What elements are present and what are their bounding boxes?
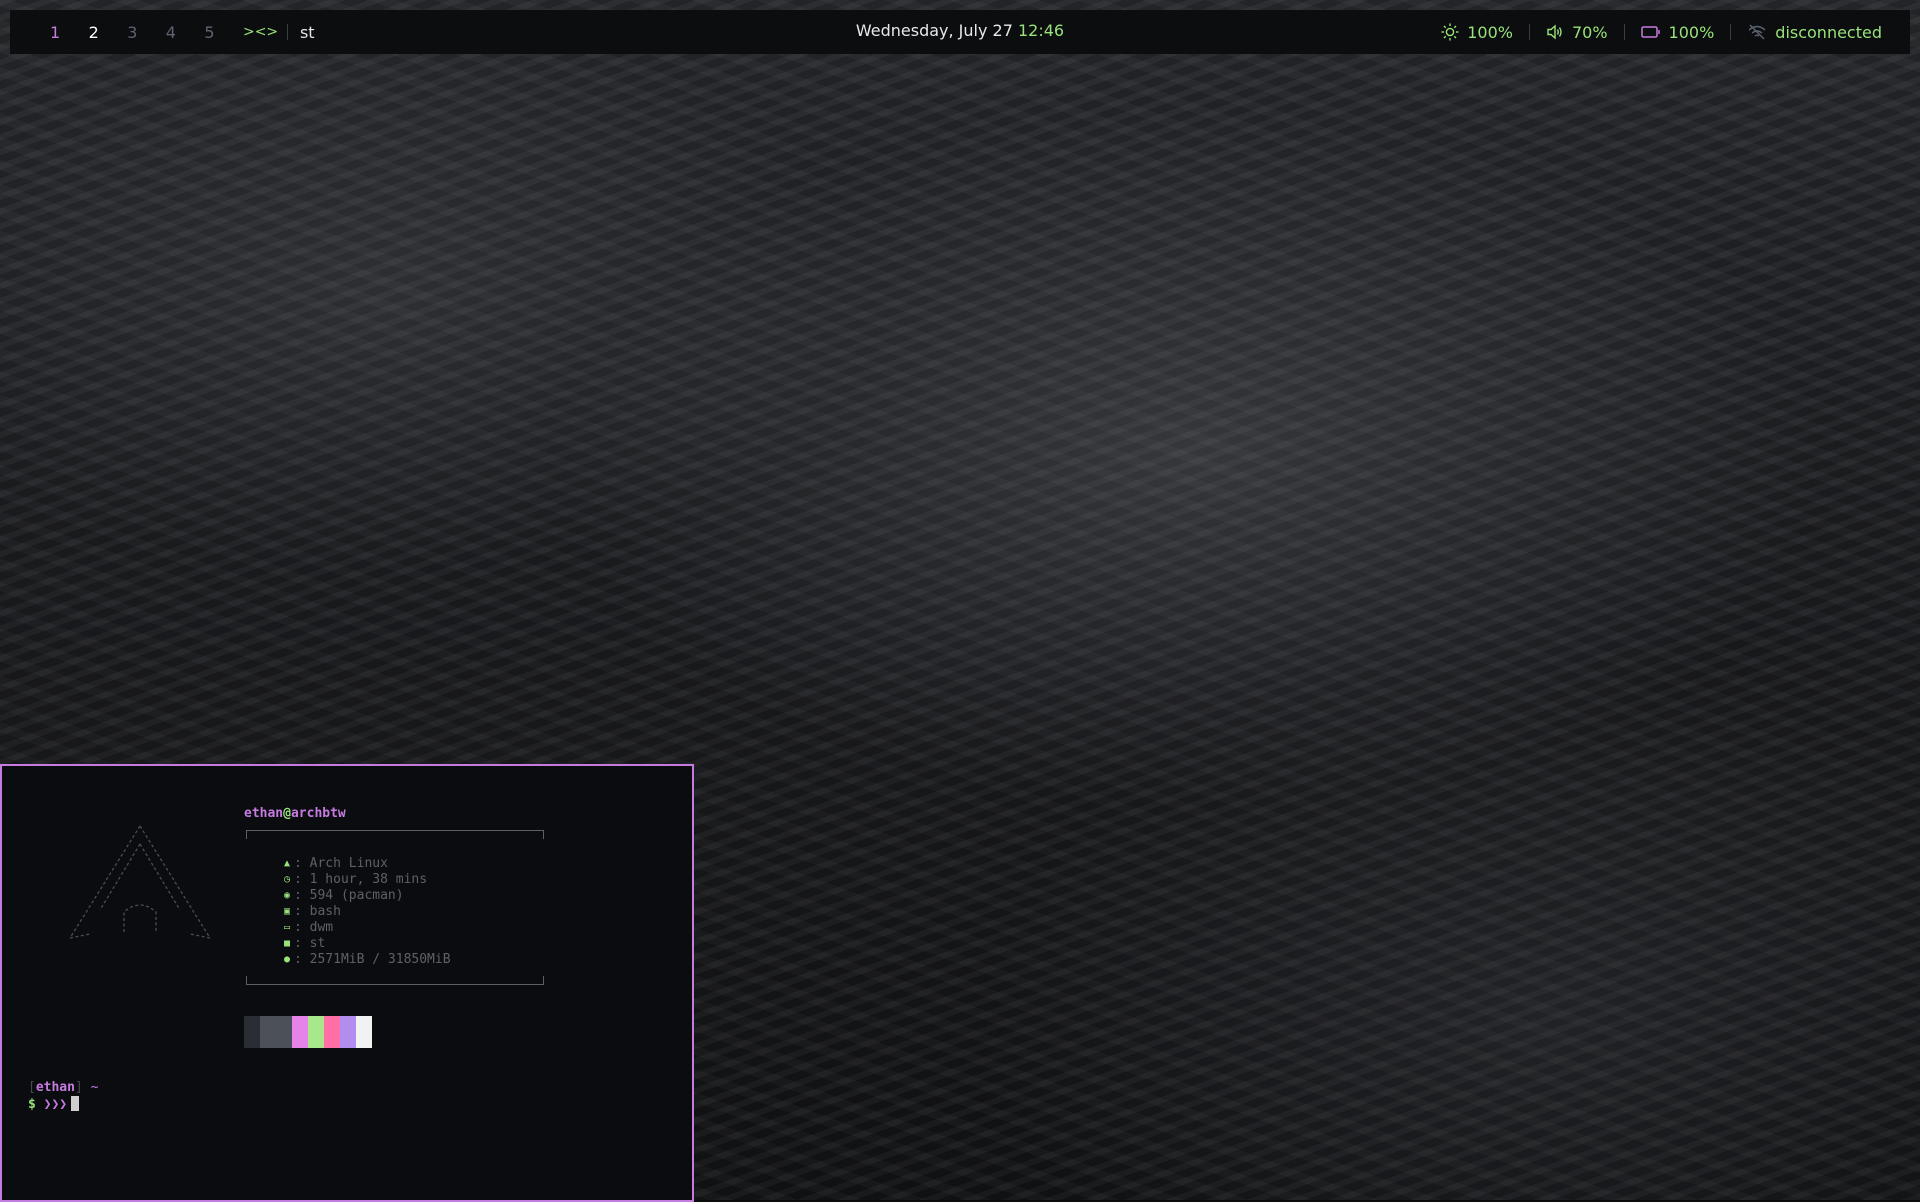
- palette-swatch-2: [276, 1016, 292, 1048]
- wifi-off-icon: [1748, 24, 1766, 40]
- palette-swatch-6: [340, 1016, 356, 1048]
- info-row-wm: ▭: dwm: [282, 920, 451, 936]
- fetch-user: ethan: [244, 806, 284, 821]
- fetch-header: ethan@archbtw: [244, 806, 346, 821]
- info-row-memory: ●: 2571MiB / 31850MiB: [282, 952, 451, 968]
- battery-module[interactable]: 100%: [1640, 22, 1715, 42]
- info-row-os: ▲: Arch Linux: [282, 856, 451, 872]
- battery-icon: [1640, 26, 1660, 38]
- divider: [286, 24, 288, 40]
- divider: [1528, 24, 1530, 40]
- workspace-tag-2[interactable]: 2: [89, 23, 128, 42]
- volume-module[interactable]: 70%: [1546, 23, 1608, 42]
- prompt-bracket-open: [: [28, 1080, 36, 1095]
- divider: [1730, 24, 1732, 40]
- brightness-icon: [1441, 23, 1459, 41]
- fetch-host: archbtw: [290, 806, 346, 821]
- prompt-line-2: $ ❯❯❯: [28, 1096, 98, 1113]
- time-label: 12:46: [1018, 21, 1065, 40]
- info-row-terminal: ■: st: [282, 936, 451, 952]
- uptime-value: : 1 hour, 38 mins: [294, 872, 428, 887]
- info-row-shell: ▣: bash: [282, 904, 451, 920]
- workspace-tag-4[interactable]: 4: [166, 23, 205, 42]
- volume-icon: [1547, 24, 1562, 40]
- brightness-value: 100%: [1467, 22, 1513, 42]
- memory-icon: ●: [283, 954, 291, 965]
- workspace-tag-5[interactable]: 5: [204, 23, 243, 42]
- terminal-value: : st: [294, 936, 326, 951]
- workspace-tag-1[interactable]: 1: [50, 23, 89, 42]
- status-bar: 1 2 3 4 5 ><> st Wednesday, July 27 12:4…: [10, 10, 1910, 54]
- palette-swatch-3: [292, 1016, 308, 1048]
- system-info: ▲: Arch Linux ◷: 1 hour, 38 mins ◉: 594 …: [282, 856, 451, 968]
- prompt-bracket-close: ]: [74, 1080, 83, 1095]
- shell-icon: ▣: [283, 906, 291, 917]
- fetch-at: @: [283, 806, 291, 821]
- wm-value: : dwm: [294, 920, 334, 935]
- color-palette: [244, 1016, 372, 1048]
- memory-value: : 2571MiB / 31850MiB: [294, 952, 451, 967]
- palette-swatch-7: [356, 1016, 372, 1048]
- palette-swatch-5: [324, 1016, 340, 1048]
- network-status: disconnected: [1775, 22, 1882, 42]
- info-box-top: [246, 830, 544, 839]
- battery-value: 100%: [1668, 22, 1715, 42]
- prompt-user: ethan: [35, 1080, 75, 1095]
- info-row-uptime: ◷: 1 hour, 38 mins: [282, 872, 451, 888]
- network-module[interactable]: disconnected: [1747, 23, 1882, 42]
- volume-value: 70%: [1571, 22, 1608, 42]
- terminal-icon: ■: [283, 938, 291, 949]
- info-box-bottom: [246, 976, 544, 985]
- divider: [1623, 24, 1625, 40]
- arch-logo-ascii: [69, 825, 211, 939]
- prompt-dir: ~: [90, 1080, 99, 1095]
- brightness-module[interactable]: 100%: [1441, 23, 1513, 42]
- prompt-line-1: [ethan] ~: [28, 1080, 98, 1096]
- window-title: st: [299, 22, 315, 42]
- info-row-packages: ◉: 594 (pacman): [282, 888, 451, 904]
- arch-icon: ▲: [283, 858, 291, 869]
- terminal-window[interactable]: ethan@archbtw ▲: Arch Linux ◷: 1 hour, 3…: [0, 764, 694, 1202]
- workspace-tag-3[interactable]: 3: [127, 23, 166, 42]
- text-cursor: [71, 1096, 80, 1111]
- palette-swatch-1: [260, 1016, 276, 1048]
- os-value: : Arch Linux: [294, 856, 388, 871]
- prompt-symbol: $: [28, 1097, 36, 1112]
- palette-swatch-4: [308, 1016, 324, 1048]
- date-label: Wednesday, July 27: [855, 21, 1013, 40]
- status-modules: 100% 70% 100% disconnected: [1441, 10, 1882, 54]
- uptime-icon: ◷: [283, 874, 291, 885]
- packages-icon: ◉: [283, 890, 291, 901]
- palette-swatch-0: [244, 1016, 260, 1048]
- layout-indicator[interactable]: ><>: [243, 24, 283, 40]
- wm-icon: ▭: [283, 922, 291, 933]
- shell-prompt[interactable]: [ethan] ~ $ ❯❯❯: [28, 1080, 98, 1113]
- workspace-tags: 1 2 3 4 5 ><> st: [10, 23, 315, 42]
- packages-value: : 594 (pacman): [294, 888, 404, 903]
- prompt-arrows: ❯❯❯: [43, 1097, 68, 1112]
- shell-value: : bash: [294, 904, 341, 919]
